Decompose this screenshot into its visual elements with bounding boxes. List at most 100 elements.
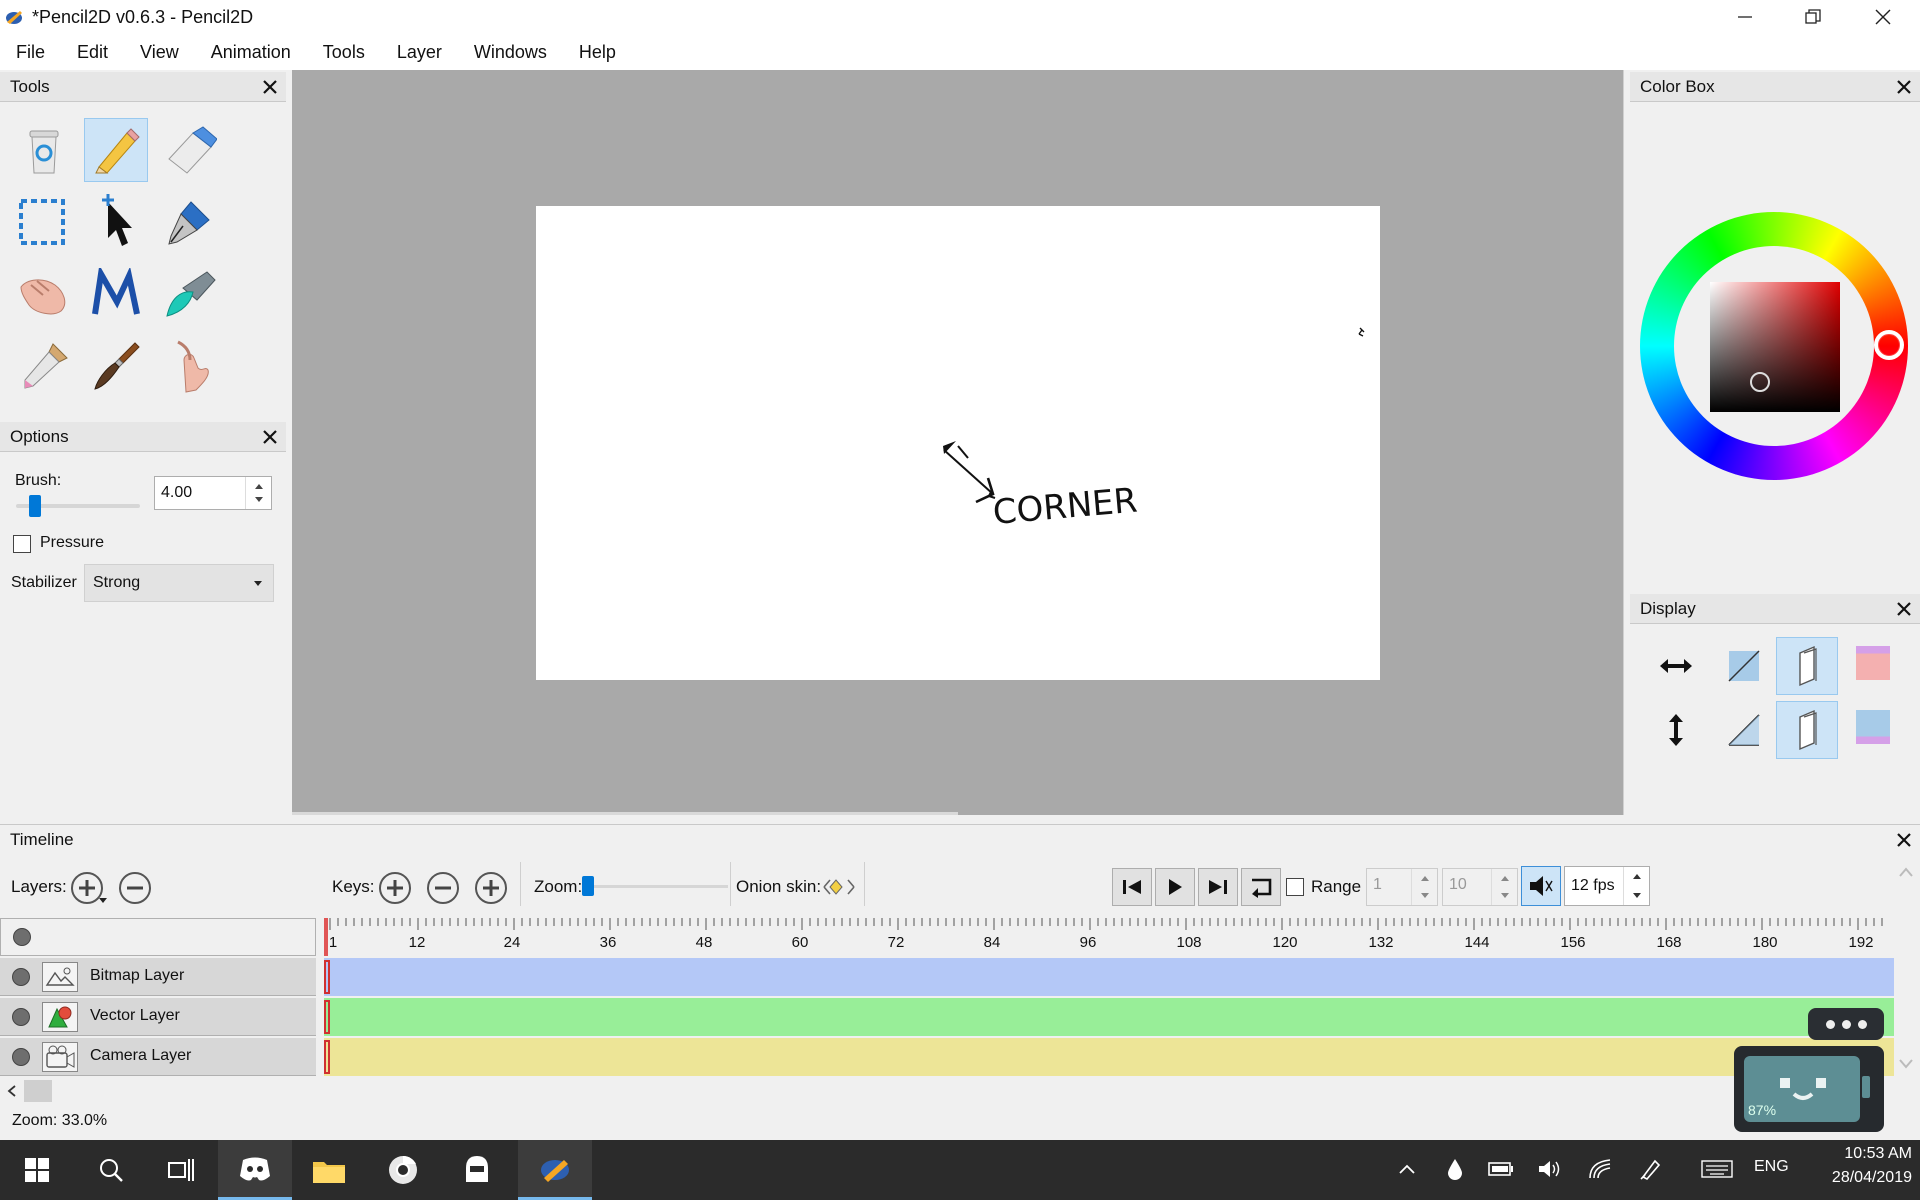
brush-tool-button[interactable] bbox=[84, 334, 148, 398]
assistant-overlay[interactable]: 87% bbox=[1734, 1046, 1884, 1132]
bucket-tool-button[interactable] bbox=[158, 262, 222, 326]
menu-layer[interactable]: Layer bbox=[381, 34, 458, 70]
task-view-button[interactable] bbox=[144, 1140, 218, 1200]
tray-pen-button[interactable] bbox=[1638, 1156, 1664, 1182]
onion-prev-button[interactable] bbox=[1776, 637, 1838, 695]
language-indicator[interactable]: ENG bbox=[1754, 1158, 1789, 1176]
range-checkbox[interactable] bbox=[1286, 878, 1304, 896]
menu-file[interactable]: File bbox=[0, 34, 61, 70]
eraser-tool-button[interactable] bbox=[158, 118, 222, 182]
fps-field[interactable]: 12 fps bbox=[1564, 866, 1650, 906]
loop-button[interactable] bbox=[1241, 868, 1281, 906]
tray-battery-button[interactable] bbox=[1488, 1156, 1514, 1182]
layer-row-vector[interactable]: Vector Layer bbox=[0, 998, 316, 1036]
duplicate-key-button[interactable] bbox=[475, 872, 507, 904]
keyframe[interactable] bbox=[324, 960, 330, 994]
menu-animation[interactable]: Animation bbox=[195, 34, 307, 70]
layer-track-bitmap[interactable] bbox=[324, 958, 1894, 996]
move-tool-button[interactable] bbox=[84, 190, 148, 254]
search-button[interactable] bbox=[74, 1140, 148, 1200]
taskbar-file-explorer[interactable] bbox=[292, 1140, 366, 1200]
menu-edit[interactable]: Edit bbox=[61, 34, 124, 70]
close-icon[interactable] bbox=[1894, 830, 1914, 850]
menu-windows[interactable]: Windows bbox=[458, 34, 563, 70]
flip-horizontal-button[interactable] bbox=[1652, 642, 1700, 690]
canvas-horizontal-scrollbar[interactable] bbox=[292, 812, 958, 815]
sound-toggle-button[interactable] bbox=[1521, 866, 1561, 906]
tray-overflow-button[interactable] bbox=[1394, 1156, 1420, 1182]
layer-row-camera[interactable]: Camera Layer bbox=[0, 1038, 316, 1076]
menu-tools[interactable]: Tools bbox=[307, 34, 381, 70]
onion-skin-icon[interactable] bbox=[822, 874, 856, 900]
outlines-button[interactable] bbox=[1720, 706, 1768, 754]
range-start-field[interactable]: 1 bbox=[1366, 868, 1438, 906]
close-icon[interactable] bbox=[1894, 599, 1914, 619]
close-icon[interactable] bbox=[1894, 77, 1914, 97]
all-layers-visibility-toggle[interactable] bbox=[13, 928, 31, 946]
tray-volume-button[interactable] bbox=[1536, 1156, 1562, 1182]
hue-picker-handle[interactable] bbox=[1874, 330, 1904, 360]
eyedropper-tool-button[interactable] bbox=[12, 334, 76, 398]
polyline-tool-button[interactable] bbox=[84, 262, 148, 326]
playhead[interactable] bbox=[324, 918, 328, 956]
previous-frame-button[interactable] bbox=[1112, 868, 1152, 906]
start-button[interactable] bbox=[0, 1140, 74, 1200]
overlay-button[interactable] bbox=[1720, 642, 1768, 690]
menu-view[interactable]: View bbox=[124, 34, 195, 70]
zoom-slider-thumb[interactable] bbox=[582, 876, 594, 896]
smudge-tool-button[interactable] bbox=[158, 334, 222, 398]
pressure-checkbox[interactable] bbox=[13, 535, 31, 553]
pen-tool-button[interactable] bbox=[158, 190, 222, 254]
drawing-paper[interactable]: CORNER bbox=[536, 206, 1380, 680]
onion-prev-color-button[interactable] bbox=[1856, 646, 1890, 680]
brush-size-slider[interactable] bbox=[16, 495, 140, 517]
scroll-up-icon[interactable] bbox=[1898, 866, 1914, 878]
add-key-button[interactable] bbox=[379, 872, 411, 904]
brush-size-field[interactable]: 4.00 bbox=[154, 476, 272, 510]
play-button[interactable] bbox=[1155, 868, 1195, 906]
layer-visibility-toggle[interactable] bbox=[12, 1048, 30, 1066]
chevron-down-icon[interactable] bbox=[99, 898, 107, 904]
brush-size-spinner[interactable] bbox=[245, 477, 271, 509]
layer-visibility-toggle[interactable] bbox=[12, 968, 30, 986]
scroll-left-icon[interactable] bbox=[6, 1084, 18, 1098]
remove-key-button[interactable] bbox=[427, 872, 459, 904]
fps-spinner[interactable] bbox=[1623, 867, 1649, 905]
layer-list-scrollbar-thumb[interactable] bbox=[24, 1080, 52, 1102]
clock[interactable]: 10:53 AM 28/04/2019 bbox=[1812, 1145, 1912, 1187]
chat-bubble[interactable] bbox=[1808, 1008, 1884, 1040]
menu-help[interactable]: Help bbox=[563, 34, 632, 70]
sv-picker-handle[interactable] bbox=[1750, 372, 1770, 392]
onion-next-color-button[interactable] bbox=[1856, 710, 1890, 744]
layer-visibility-toggle[interactable] bbox=[12, 1008, 30, 1026]
scroll-down-icon[interactable] bbox=[1898, 1058, 1914, 1070]
minimize-button[interactable] bbox=[1710, 0, 1780, 34]
taskbar-app-helmet[interactable] bbox=[440, 1140, 514, 1200]
hand-tool-button[interactable] bbox=[12, 262, 76, 326]
tray-wifi-button[interactable] bbox=[1588, 1156, 1614, 1182]
range-end-field[interactable]: 10 bbox=[1442, 868, 1518, 906]
flip-vertical-button[interactable] bbox=[1652, 706, 1700, 754]
onion-next-button[interactable] bbox=[1776, 701, 1838, 759]
layer-track-vector[interactable] bbox=[324, 998, 1894, 1036]
keyframe[interactable] bbox=[324, 1040, 330, 1074]
brush-slider-thumb[interactable] bbox=[29, 495, 41, 517]
saturation-value-square[interactable] bbox=[1710, 282, 1840, 412]
keyframe[interactable] bbox=[324, 1000, 330, 1034]
pencil-tool-button[interactable] bbox=[84, 118, 148, 182]
close-icon[interactable] bbox=[260, 77, 280, 97]
taskbar-pencil2d[interactable] bbox=[518, 1140, 592, 1200]
stabilizer-dropdown[interactable]: Strong bbox=[84, 564, 274, 602]
taskbar-chrome[interactable] bbox=[366, 1140, 440, 1200]
range-start-spinner[interactable] bbox=[1411, 869, 1437, 905]
range-end-spinner[interactable] bbox=[1491, 869, 1517, 905]
remove-layer-button[interactable] bbox=[119, 872, 151, 904]
tray-keyboard-button[interactable] bbox=[1700, 1156, 1734, 1182]
layer-track-camera[interactable] bbox=[324, 1038, 1894, 1076]
clear-tool-button[interactable] bbox=[12, 118, 76, 182]
select-tool-button[interactable] bbox=[10, 190, 74, 254]
taskbar-discord[interactable] bbox=[218, 1140, 292, 1200]
close-button[interactable] bbox=[1848, 0, 1918, 34]
timeline-zoom-slider[interactable] bbox=[582, 876, 728, 896]
tray-drop-icon-button[interactable] bbox=[1442, 1156, 1468, 1182]
